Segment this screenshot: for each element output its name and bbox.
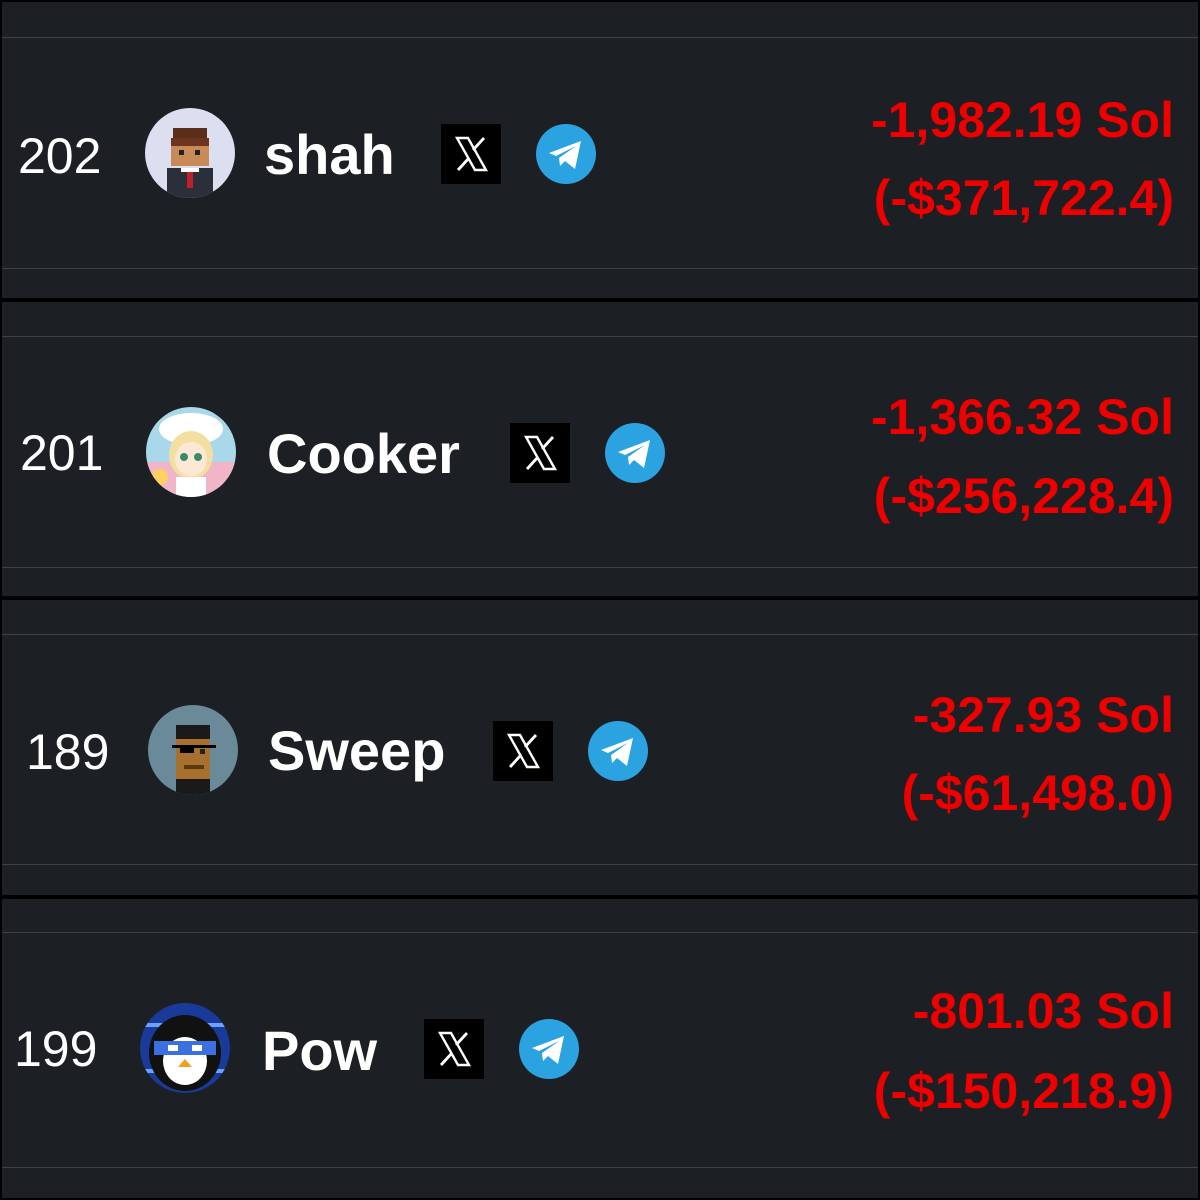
avatar[interactable] bbox=[145, 108, 235, 198]
x-logo-icon[interactable] bbox=[441, 124, 501, 184]
divider bbox=[2, 268, 1198, 269]
trader-row[interactable]: 202 shah -1,982.19 Sol (-$371,722.4) bbox=[2, 38, 1198, 268]
divider bbox=[2, 1167, 1198, 1168]
telegram-icon[interactable] bbox=[519, 1019, 579, 1079]
pnl-usd: (-$150,218.9) bbox=[873, 1063, 1174, 1119]
telegram-icon[interactable] bbox=[588, 721, 648, 781]
rank-number: 202 bbox=[18, 128, 102, 184]
trader-panel: 199 Pow -801.03 Sol (-$150,218.9) bbox=[2, 899, 1198, 1198]
trader-row[interactable]: 189 Sweep -327.93 Sol (-$61,498.0) bbox=[2, 635, 1198, 864]
rank-number: 189 bbox=[26, 724, 110, 780]
trader-row[interactable]: 199 Pow -801.03 Sol (-$150,218.9) bbox=[2, 933, 1198, 1167]
x-logo-icon[interactable] bbox=[510, 423, 570, 483]
rank-number: 201 bbox=[20, 425, 104, 481]
trader-name[interactable]: Sweep bbox=[268, 723, 445, 779]
pnl-usd: (-$371,722.4) bbox=[873, 170, 1174, 226]
pnl-sol: -1,366.32 Sol bbox=[871, 389, 1174, 445]
trader-panel: 201 Cooker -1,366.32 Sol (-$256,228.4) bbox=[2, 302, 1198, 596]
trader-name[interactable]: shah bbox=[264, 127, 395, 183]
trader-name[interactable]: Pow bbox=[262, 1023, 377, 1079]
trader-panel: 189 Sweep -327.93 Sol (-$61,498.0) bbox=[2, 600, 1198, 895]
avatar[interactable] bbox=[140, 1003, 230, 1093]
telegram-icon[interactable] bbox=[536, 124, 596, 184]
avatar[interactable] bbox=[146, 407, 236, 497]
pnl-sol: -1,982.19 Sol bbox=[871, 92, 1174, 148]
pnl-usd: (-$256,228.4) bbox=[873, 468, 1174, 524]
pnl-sol: -327.93 Sol bbox=[912, 687, 1174, 743]
rank-number: 199 bbox=[14, 1021, 98, 1077]
avatar[interactable] bbox=[148, 705, 238, 795]
trader-row[interactable]: 201 Cooker -1,366.32 Sol (-$256,228.4) bbox=[2, 337, 1198, 567]
divider bbox=[2, 567, 1198, 568]
divider bbox=[2, 864, 1198, 865]
telegram-icon[interactable] bbox=[605, 423, 665, 483]
pnl-usd: (-$61,498.0) bbox=[901, 765, 1174, 821]
x-logo-icon[interactable] bbox=[424, 1019, 484, 1079]
trader-panel: 202 shah -1,982.19 Sol (-$371,722.4) bbox=[2, 2, 1198, 298]
trader-name[interactable]: Cooker bbox=[267, 426, 460, 482]
x-logo-icon[interactable] bbox=[493, 721, 553, 781]
pnl-sol: -801.03 Sol bbox=[912, 983, 1174, 1039]
